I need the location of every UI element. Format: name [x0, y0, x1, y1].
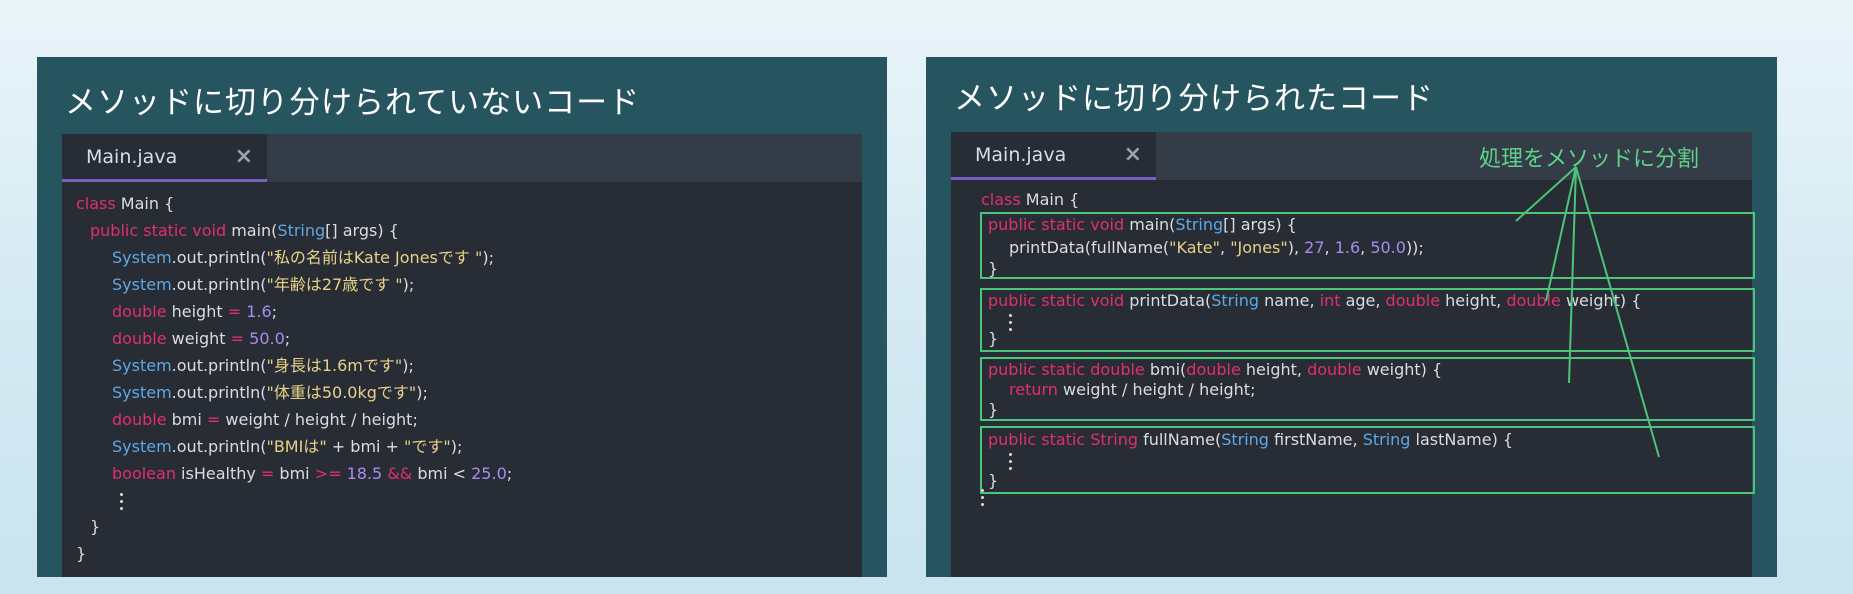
- right-panel-title: メソッドに切り分けられたコード: [954, 81, 1434, 117]
- code-line: }: [988, 400, 999, 419]
- code-line: System.out.println("BMIは" + bmi + "です");: [112, 437, 463, 456]
- left-tab-main-java[interactable]: Main.java ×: [62, 134, 267, 182]
- right-panel: メソッドに切り分けられたコード Main.java × class Main {…: [926, 57, 1777, 577]
- left-tab-label: Main.java: [86, 146, 178, 168]
- code-line: System.out.println("私の名前はKate Jonesです ")…: [112, 248, 494, 267]
- left-editor: Main.java × class Main { public static v…: [62, 134, 862, 577]
- code-line: public static void printData(String name…: [988, 291, 1642, 310]
- code-line: System.out.println("年齢は27歳です ");: [112, 275, 415, 294]
- right-tab-main-java[interactable]: Main.java ×: [951, 132, 1156, 180]
- code-line: }: [988, 329, 999, 348]
- code-line: }: [90, 517, 101, 536]
- ellipsis-icon: [981, 489, 985, 510]
- split-annotation-label: 処理をメソッドに分割: [1479, 147, 1700, 172]
- code-line: printData(fullName("Kate", "Jones"), 27,…: [1009, 238, 1424, 257]
- code-line: public static void main(String[] args) {: [988, 215, 1297, 234]
- close-icon[interactable]: ×: [1124, 142, 1142, 167]
- code-line: class Main {: [981, 190, 1080, 209]
- code-line: }: [76, 544, 87, 563]
- right-tab-label: Main.java: [975, 144, 1067, 166]
- ellipsis-icon: [1009, 453, 1013, 474]
- code-line: return weight / height / height;: [1009, 380, 1256, 399]
- right-editor: Main.java × class Main { public static v…: [951, 132, 1755, 577]
- left-panel-title: メソッドに切り分けられていないコード: [65, 85, 641, 121]
- code-line: public static double bmi(double height, …: [988, 360, 1443, 379]
- code-line: }: [988, 259, 999, 278]
- code-line: System.out.println("体重は50.0kgです");: [112, 383, 428, 402]
- left-panel: メソッドに切り分けられていないコード Main.java × class Mai…: [37, 57, 887, 577]
- code-line: boolean isHealthy = bmi >= 18.5 && bmi <…: [112, 464, 513, 483]
- ellipsis-icon: [1009, 314, 1013, 335]
- code-line: System.out.println("身長は1.6mです");: [112, 356, 414, 375]
- code-line: public static void main(String[] args) {: [90, 221, 399, 240]
- code-line: double weight = 50.0;: [112, 329, 291, 348]
- code-line: }: [988, 471, 999, 490]
- left-tab-bar: Main.java ×: [62, 134, 862, 182]
- ellipsis-icon: [120, 493, 124, 514]
- close-icon[interactable]: ×: [235, 144, 253, 169]
- left-code-area[interactable]: class Main { public static void main(Str…: [62, 182, 862, 577]
- code-line: public static String fullName(String fir…: [988, 430, 1514, 449]
- code-line: class Main {: [76, 194, 175, 213]
- right-code-area[interactable]: class Main { public static void main(Str…: [951, 180, 1755, 577]
- code-line: double bmi = weight / height / height;: [112, 410, 418, 429]
- code-line: double height = 1.6;: [112, 302, 278, 321]
